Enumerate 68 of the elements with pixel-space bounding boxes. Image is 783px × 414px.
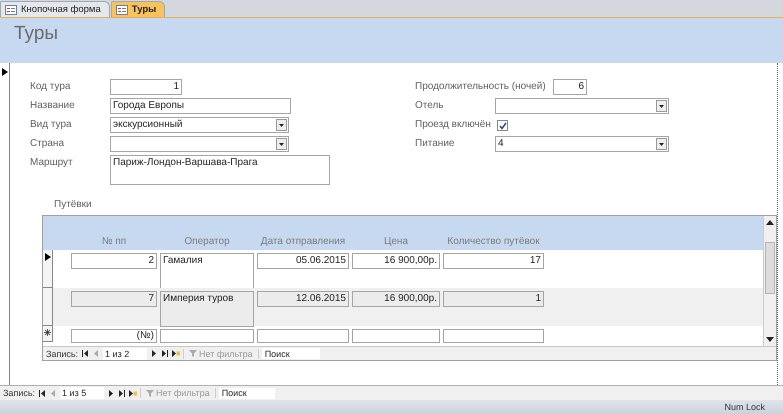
table-cell[interactable]: 1: [443, 291, 544, 307]
field-label: Маршрут: [30, 156, 74, 170]
table-cell[interactable]: 16 900,00р.: [352, 291, 440, 307]
table-cell[interactable]: 17: [443, 253, 544, 269]
last-record-icon[interactable]: [118, 390, 126, 396]
column-header: № пп: [100, 236, 128, 247]
new-record-icon[interactable]: [172, 350, 180, 357]
scroll-down-icon[interactable]: [766, 337, 774, 343]
first-record-icon[interactable]: [38, 390, 46, 396]
table-cell[interactable]: 12.06.2015: [257, 291, 349, 307]
search-field[interactable]: Поиск: [262, 348, 320, 359]
table-cell[interactable]: 16 900,00р.: [352, 253, 440, 269]
record-selector[interactable]: [0, 63, 10, 385]
table-cell[interactable]: [160, 329, 254, 343]
record-label: Запись:: [46, 348, 78, 358]
column-header: Количество путёвок: [446, 236, 541, 247]
subform-label: Путёвки: [54, 199, 93, 210]
checkbox[interactable]: [497, 120, 508, 131]
column-header: Дата отправления: [260, 236, 346, 247]
new-record-icon[interactable]: [129, 390, 138, 396]
table-cell[interactable]: [352, 329, 440, 343]
record-position-field[interactable]: 1 из 5: [60, 387, 104, 399]
column-header: Цена: [382, 236, 410, 247]
field-label: Проезд включён: [415, 118, 492, 132]
row-selector[interactable]: [43, 250, 53, 288]
scrollbar[interactable]: [763, 216, 776, 346]
number-field[interactable]: 6: [553, 79, 587, 95]
last-record-icon[interactable]: [161, 350, 170, 357]
document-tab[interactable]: Кнопочная форма: [0, 1, 110, 17]
field-label: Страна: [30, 137, 66, 151]
num-lock-indicator: Num Lock: [724, 401, 765, 414]
column-header: Оператор: [183, 236, 231, 247]
table-cell[interactable]: Гамалия: [160, 253, 254, 289]
filter-icon: [189, 350, 198, 357]
table-cell[interactable]: 7: [71, 291, 157, 307]
field-label: Продолжительность (ночей): [415, 80, 547, 94]
document-tab[interactable]: Туры: [110, 1, 166, 17]
table-cell[interactable]: [443, 329, 544, 343]
current-record-icon: [44, 253, 50, 261]
field-label: Код тура: [30, 80, 72, 94]
table-cell[interactable]: 2: [71, 253, 157, 269]
table-cell[interactable]: 05.06.2015: [257, 253, 349, 269]
combo-box[interactable]: 4: [495, 136, 669, 152]
form-icon: [116, 4, 128, 14]
next-record-icon[interactable]: [150, 350, 158, 357]
record-label: Запись:: [3, 388, 36, 398]
number-field[interactable]: 1: [110, 79, 182, 95]
combo-box[interactable]: экскурсионный: [110, 117, 289, 133]
table-cell[interactable]: Империя туров: [160, 291, 254, 327]
new-record-icon: [44, 329, 51, 336]
filter-icon: [146, 390, 154, 396]
field-label: Вид тура: [30, 118, 73, 132]
first-record-icon[interactable]: [81, 350, 90, 357]
text-field[interactable]: Города Европы: [110, 98, 291, 114]
record-position-field[interactable]: 1 из 2: [103, 348, 148, 360]
current-record-icon: [2, 68, 8, 76]
field-label: Отель: [415, 99, 445, 113]
next-record-icon[interactable]: [107, 390, 116, 396]
row-selector[interactable]: [43, 326, 53, 342]
field-label: Питание: [415, 137, 456, 151]
table-cell[interactable]: [257, 329, 349, 343]
form-icon: [5, 4, 17, 14]
memo-field[interactable]: Париж-Лондон-Варшава-Прага: [110, 155, 330, 185]
field-label: Название: [30, 99, 76, 113]
scroll-up-icon[interactable]: [766, 219, 774, 225]
form-title: Туры: [14, 23, 60, 45]
search-field[interactable]: Поиск: [218, 388, 275, 398]
table-cell[interactable]: (№): [71, 329, 157, 343]
